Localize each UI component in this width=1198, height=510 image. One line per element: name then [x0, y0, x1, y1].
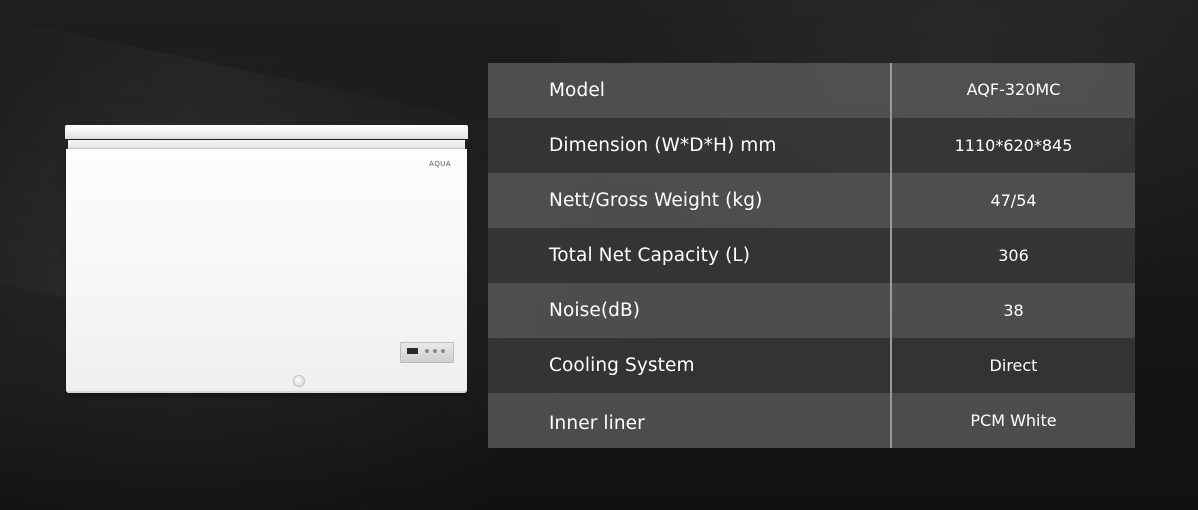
table-row: Cooling System Direct — [488, 338, 1135, 393]
freezer-lid — [65, 125, 468, 139]
spec-value: 38 — [1003, 301, 1024, 320]
table-row: Inner liner PCM White — [488, 393, 1135, 448]
spec-label: Inner liner — [549, 413, 645, 434]
spec-label: Model — [549, 80, 606, 101]
table-row: Total Net Capacity (L) 306 — [488, 228, 1135, 283]
spec-value: 306 — [998, 246, 1029, 265]
spec-value: Direct — [989, 356, 1038, 375]
table-row: Model AQF-320MC — [488, 63, 1135, 118]
control-panel-button-icon — [433, 349, 437, 353]
spec-label: Total Net Capacity (L) — [549, 245, 751, 266]
spec-value: 47/54 — [990, 191, 1037, 210]
freezer-lid-strip — [68, 140, 465, 149]
freezer-brand-logo: AQUA — [429, 161, 451, 168]
table-row: Nett/Gross Weight (kg) 47/54 — [488, 173, 1135, 228]
spec-value: PCM White — [970, 411, 1057, 430]
spec-label: Dimension (W*D*H) mm — [549, 135, 777, 156]
spec-label: Noise(dB) — [549, 300, 641, 321]
spec-value: AQF-320MC — [966, 80, 1061, 99]
freezer-body: AQUA — [66, 149, 467, 393]
spec-label: Cooling System — [549, 355, 695, 376]
spec-value: 1110*620*845 — [954, 136, 1073, 155]
table-row: Noise(dB) 38 — [488, 283, 1135, 338]
control-panel-button-icon — [425, 349, 429, 353]
freezer-control-panel — [400, 342, 454, 363]
control-panel-display — [407, 348, 418, 354]
freezer-lock-icon — [293, 375, 305, 387]
freezer-product-image: AQUA — [65, 125, 468, 395]
control-panel-button-icon — [441, 349, 445, 353]
table-row: Dimension (W*D*H) mm 1110*620*845 — [488, 118, 1135, 173]
spec-label: Nett/Gross Weight (kg) — [549, 190, 763, 211]
spec-table: Model AQF-320MC Dimension (W*D*H) mm 111… — [488, 63, 1135, 448]
